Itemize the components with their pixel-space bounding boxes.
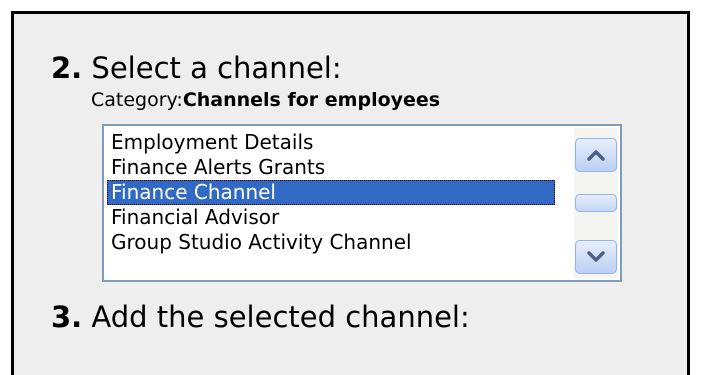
channel-list-items: Employment Details Finance Alerts Grants… [107, 130, 555, 255]
channel-listbox[interactable]: Employment Details Finance Alerts Grants… [102, 124, 622, 282]
scroll-up-button[interactable] [575, 138, 617, 172]
chevron-down-icon [587, 251, 605, 263]
scroll-down-button[interactable] [575, 240, 617, 274]
category-label: Category: [91, 89, 183, 111]
step-3-heading: 3. Add the selected channel: [51, 301, 470, 333]
category-value: Channels for employees [182, 89, 441, 111]
step-2-number: 2. [51, 51, 83, 85]
scroll-thumb[interactable] [575, 194, 617, 212]
step-3-number: 3. [51, 300, 83, 334]
list-item-finance-channel[interactable]: Finance Channel [107, 180, 555, 205]
category-line: Category:Channels for employees [91, 89, 440, 111]
chevron-up-icon [587, 149, 605, 161]
list-item-finance-alerts-grants[interactable]: Finance Alerts Grants [107, 155, 555, 180]
step-3-label: Add the selected channel: [82, 300, 470, 334]
step-2-label: Select a channel: [82, 51, 342, 85]
list-item-employment-details[interactable]: Employment Details [107, 130, 555, 155]
list-item-financial-advisor[interactable]: Financial Advisor [107, 205, 555, 230]
step-2-heading: 2. Select a channel: [51, 52, 342, 84]
list-scrollbar[interactable] [574, 128, 618, 278]
list-item-group-studio-activity-channel[interactable]: Group Studio Activity Channel [107, 230, 555, 255]
channel-panel: 2. Select a channel: Category:Channels f… [11, 11, 690, 375]
